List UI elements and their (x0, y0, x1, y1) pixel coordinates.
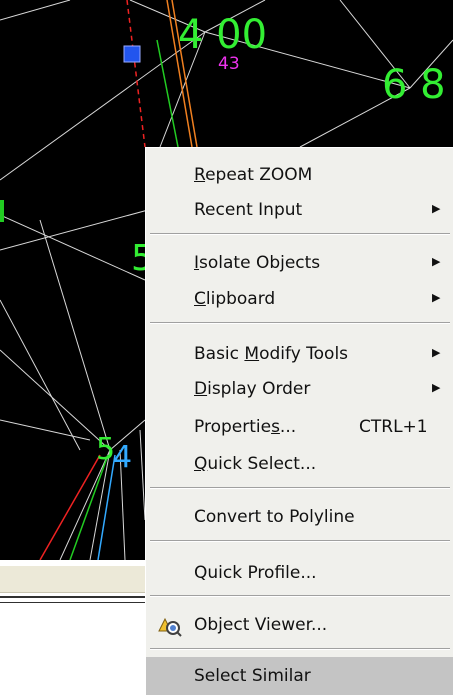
menu-item-clipboard[interactable]: Clipboard ▶ (146, 282, 453, 316)
menu-item-shortcut: CTRL+1 (359, 417, 428, 437)
menu-item-object-viewer[interactable]: Object Viewer... (146, 608, 453, 642)
submenu-arrow-icon: ▶ (432, 291, 441, 304)
menu-item-label: Object Viewer... (194, 615, 328, 635)
submenu-arrow-icon: ▶ (432, 346, 441, 359)
menu-separator (150, 322, 450, 324)
menu-item-label: Display Order (194, 379, 311, 399)
object-viewer-icon (158, 617, 182, 637)
cad-label-4-00: 4 00 (178, 12, 268, 58)
menu-item-display-order[interactable]: Display Order ▶ (146, 372, 453, 406)
menu-separator (150, 648, 450, 650)
menu-item-convert-to-polyline[interactable]: Convert to Polyline (146, 500, 453, 534)
menu-item-label: Quick Select... (194, 454, 317, 474)
menu-item-label: Repeat ZOOM (194, 165, 313, 185)
menu-separator (150, 487, 450, 489)
menu-item-label: Convert to Polyline (194, 507, 355, 527)
menu-item-label: Quick Profile... (194, 563, 317, 583)
cad-label-4-blue: 4 (113, 440, 133, 475)
submenu-arrow-icon: ▶ (432, 202, 441, 215)
menu-item-basic-modify-tools[interactable]: Basic Modify Tools ▶ (146, 337, 453, 371)
scrollbar-strip[interactable] (0, 566, 145, 593)
submenu-arrow-icon: ▶ (432, 381, 441, 394)
menu-item-recent-input[interactable]: Recent Input ▶ (146, 193, 453, 227)
menu-item-isolate-objects[interactable]: Isolate Objects ▶ (146, 246, 453, 280)
menu-item-label: Clipboard (194, 289, 276, 309)
menu-separator (150, 595, 450, 597)
menu-separator (150, 233, 450, 235)
menu-item-repeat-zoom[interactable]: Repeat ZOOM (146, 158, 453, 192)
menu-item-label: Isolate Objects (194, 253, 321, 273)
submenu-arrow-icon: ▶ (432, 255, 441, 268)
cad-label-6-8: 6 8 (382, 62, 446, 108)
menu-item-label: Basic Modify Tools (194, 344, 349, 364)
menu-item-quick-select[interactable]: Quick Select... (146, 447, 453, 481)
menu-separator (150, 540, 450, 542)
menu-item-label: Properties... (194, 417, 297, 437)
layout-tab-divider (0, 596, 145, 603)
context-menu: Repeat ZOOM Recent Input ▶ Isolate Objec… (145, 147, 453, 695)
menu-item-label: Recent Input (194, 200, 303, 220)
menu-item-quick-profile[interactable]: Quick Profile... (146, 556, 453, 590)
menu-item-select-similar[interactable]: Select Similar (146, 657, 453, 695)
menu-item-properties[interactable]: Properties... CTRL+1 (146, 410, 453, 444)
menu-item-label: Select Similar (194, 666, 311, 686)
cad-label-43: 43 (218, 54, 240, 74)
